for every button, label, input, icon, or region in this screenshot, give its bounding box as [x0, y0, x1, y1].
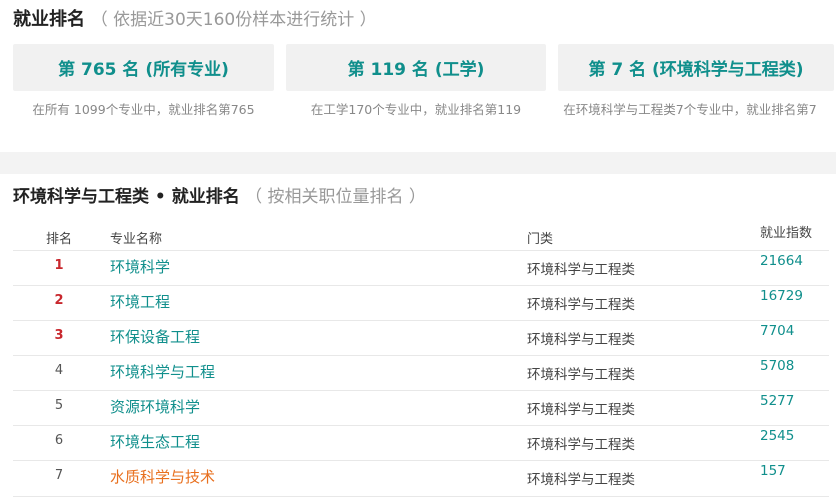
major-name-link[interactable]: 环保设备工程	[110, 326, 200, 347]
table-row: 2 环境工程 环境科学与工程类 16729	[13, 285, 829, 321]
section-divider	[0, 152, 836, 174]
row-category: 环境科学与工程类	[527, 367, 635, 383]
row-category: 环境科学与工程类	[527, 297, 635, 313]
rank-card-engineering-caption: 在工学170个专业中，就业排名第119	[310, 102, 522, 117]
header-rank: 排名	[46, 232, 73, 247]
row-employment-index: 5708	[760, 358, 795, 374]
row-employment-index: 2545	[760, 428, 795, 444]
table-row: 3 环保设备工程 环境科学与工程类 7704	[13, 320, 829, 356]
row-category: 环境科学与工程类	[527, 332, 635, 348]
row-rank: 2	[54, 293, 64, 308]
rank-card-all-majors[interactable]: 第 765 名 (所有专业)	[13, 44, 274, 91]
rank-card-all-majors-caption: 在所有 1099个专业中，就业排名第765	[32, 102, 255, 117]
rank-card-engineering[interactable]: 第 119 名 (工学)	[286, 44, 546, 91]
section-heading: 就业排名 （ 依据近30天160份样本进行统计 ）	[13, 8, 377, 32]
row-rank: 7	[54, 468, 64, 483]
major-name-link[interactable]: 环境科学与工程	[110, 361, 215, 382]
rank-card-env-category[interactable]: 第 7 名 (环境科学与工程类)	[558, 44, 834, 91]
section-subtitle: （ 依据近30天160份样本进行统计 ）	[90, 10, 377, 30]
rank-card-env-category-caption: 在环境科学与工程类7个专业中，就业排名第7	[563, 102, 817, 117]
major-name-link[interactable]: 环境工程	[110, 291, 170, 312]
table-row: 5 资源环境科学 环境科学与工程类 5277	[13, 390, 829, 426]
category-ranking-title: 环境科学与工程类 • 就业排名	[13, 187, 240, 207]
category-ranking-heading: 环境科学与工程类 • 就业排名 （ 按相关职位量排名 ）	[13, 184, 426, 210]
row-category: 环境科学与工程类	[527, 437, 635, 453]
category-ranking-subtitle: （ 按相关职位量排名 ）	[245, 187, 426, 207]
major-name-link-current[interactable]: 水质科学与技术	[110, 466, 215, 487]
table-row: 1 环境科学 环境科学与工程类 21664	[13, 250, 829, 286]
row-rank: 3	[54, 328, 64, 343]
section-title: 就业排名	[13, 9, 85, 30]
header-employment-index: 就业指数	[760, 226, 813, 241]
row-rank: 5	[54, 398, 64, 413]
row-employment-index: 7704	[760, 323, 795, 339]
header-major-name: 专业名称	[110, 232, 163, 247]
table-row: 7 水质科学与技术 环境科学与工程类 157	[13, 460, 829, 497]
employment-ranking-section: 就业排名 （ 依据近30天160份样本进行统计 ） 第 765 名 (所有专业)…	[0, 0, 836, 152]
row-employment-index: 21664	[760, 253, 803, 269]
row-employment-index: 5277	[760, 393, 795, 409]
header-category: 门类	[527, 232, 554, 247]
row-employment-index: 157	[760, 463, 786, 479]
table-row: 4 环境科学与工程 环境科学与工程类 5708	[13, 355, 829, 391]
table-row: 6 环境生态工程 环境科学与工程类 2545	[13, 425, 829, 461]
row-rank: 6	[54, 433, 64, 448]
row-category: 环境科学与工程类	[527, 262, 635, 278]
row-rank: 4	[54, 363, 64, 378]
major-name-link[interactable]: 环境生态工程	[110, 431, 200, 452]
major-name-link[interactable]: 环境科学	[110, 256, 170, 277]
row-category: 环境科学与工程类	[527, 472, 635, 488]
row-category: 环境科学与工程类	[527, 402, 635, 418]
row-rank: 1	[54, 258, 64, 273]
row-employment-index: 16729	[760, 288, 803, 304]
major-name-link[interactable]: 资源环境科学	[110, 396, 200, 417]
